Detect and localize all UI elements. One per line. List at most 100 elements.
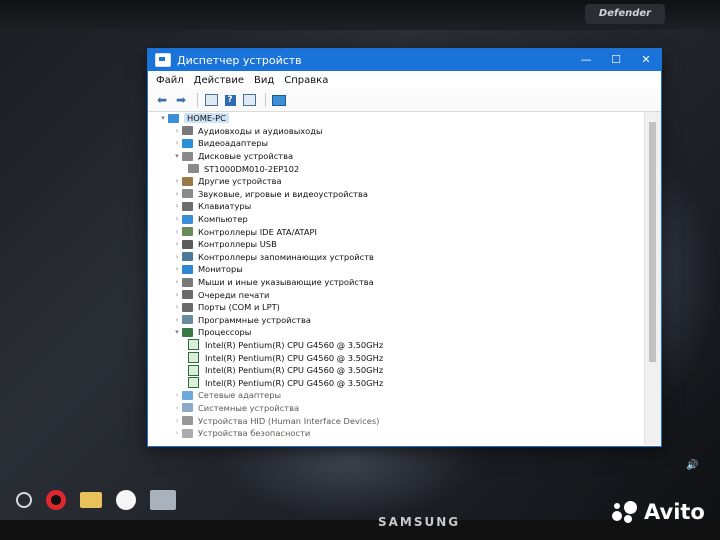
expand-chevron-icon[interactable]: › [172,316,182,324]
expand-chevron-icon[interactable]: › [172,429,182,437]
tree-category-label: Порты (COM и LPT) [198,302,280,313]
minimize-button[interactable]: — [571,49,601,71]
expand-chevron-icon[interactable]: › [172,404,182,412]
tree-category-label: Компьютер [198,214,248,225]
scan-hardware-monitor-icon[interactable] [271,92,287,108]
tree-category-14[interactable]: › Порты (COM и LPT) [158,301,643,314]
tree-category-3[interactable]: ▾ Дисковые устройства [158,150,643,163]
device-manager-taskbar-icon[interactable] [150,490,176,510]
tree-category-label: Контроллеры USB [198,239,277,250]
expand-chevron-icon[interactable]: › [172,228,182,236]
avito-logo-icon [612,501,638,523]
expand-chevron-icon[interactable]: › [172,202,182,210]
device-category-icon [182,327,193,337]
expand-chevron-icon[interactable]: › [172,303,182,311]
taskbar [0,480,216,520]
tree-category-12[interactable]: › Мыши и иные указывающие устройства [158,276,643,289]
tree-category-label: Очереди печати [198,289,270,300]
tree-root-node[interactable]: ▾ HOME-PC [158,112,643,125]
file-explorer-icon[interactable] [80,492,102,508]
device-category-icon [182,390,193,400]
expand-chevron-icon[interactable]: › [172,265,182,273]
menu-action[interactable]: Действие [194,75,244,86]
expand-chevron-icon[interactable]: › [172,417,182,425]
menu-file[interactable]: Файл [156,75,184,86]
window-title: Диспетчер устройств [177,53,302,67]
tree-category-6[interactable]: › Клавиатуры [158,200,643,213]
expand-chevron-icon[interactable]: › [172,291,182,299]
tree-category-8[interactable]: › Контроллеры IDE ATA/ATAPI [158,225,643,238]
tree-category-17[interactable]: › Сетевые адаптеры [158,389,643,402]
yandex-browser-icon[interactable] [116,490,136,510]
scrollbar-thumb[interactable] [649,122,656,362]
processor-icon [188,364,199,376]
expand-chevron-icon[interactable]: › [172,215,182,223]
tree-category-2[interactable]: › Видеоадаптеры [158,137,643,150]
tree-root-label: HOME-PC [184,113,229,124]
device-category-icon [182,416,193,426]
help-icon[interactable]: ? [222,92,238,108]
tree-category-10[interactable]: › Контроллеры запоминающих устройств [158,251,643,264]
close-button[interactable]: ✕ [631,49,661,71]
tree-device-item[interactable]: Intel(R) Pentium(R) CPU G4560 @ 3.50GHz [158,351,643,364]
tree-category-19[interactable]: › Устройства HID (Human Interface Devices… [158,414,643,427]
menu-view[interactable]: Вид [254,75,274,86]
tree-category-label: Программные устройства [198,314,311,325]
tree-category-label: Сетевые адаптеры [198,390,282,401]
tree-category-label: Устройства HID (Human Interface Devices) [198,415,380,426]
expand-chevron-icon[interactable]: › [172,391,182,399]
tree-device-label: ST1000DM010-2EP102 [204,163,300,174]
properties-icon[interactable] [203,92,219,108]
expand-chevron-icon[interactable]: › [172,278,182,286]
tree-category-label: Видеоадаптеры [198,138,269,149]
expand-chevron-icon[interactable]: › [172,177,182,185]
menu-help[interactable]: Справка [284,75,328,86]
driver-details-icon[interactable] [241,92,257,108]
tree-category-18[interactable]: › Системные устройства [158,402,643,415]
collapse-chevron-icon[interactable]: ▾ [158,114,168,122]
tree-category-15[interactable]: › Программные устройства [158,314,643,327]
title-bar[interactable]: Диспетчер устройств — ☐ ✕ [148,49,661,71]
tree-category-5[interactable]: › Звуковые, игровые и видеоустройства [158,188,643,201]
tree-category-11[interactable]: › Мониторы [158,263,643,276]
arrow-right-icon[interactable]: ➡ [173,92,189,108]
tree-category-16[interactable]: ▾ Процессоры [158,326,643,339]
tree-category-label: Процессоры [198,327,252,338]
expand-chevron-icon[interactable]: › [172,190,182,198]
vertical-scrollbar[interactable] [644,112,661,445]
opera-browser-icon[interactable] [46,490,66,510]
tree-category-9[interactable]: › Контроллеры USB [158,238,643,251]
collapse-chevron-icon[interactable]: ▾ [172,152,182,160]
tree-category-1[interactable]: › Аудиовходы и аудиовыходы [158,125,643,138]
speaker-icon[interactable]: 🔊 [686,460,698,471]
device-category-icon [182,214,193,224]
device-manager-icon [155,53,171,67]
tree-category-20[interactable]: › Устройства безопасности [158,427,643,440]
tree-category-4[interactable]: › Другие устройства [158,175,643,188]
device-category-icon [182,302,193,312]
tree-device-label: Intel(R) Pentium(R) CPU G4560 @ 3.50GHz [205,377,384,388]
device-category-icon [182,403,193,413]
collapse-chevron-icon[interactable]: ▾ [172,328,182,336]
processor-icon [188,339,199,351]
processor-icon [188,352,199,364]
tree-category-label: Другие устройства [198,176,282,187]
tree-category-13[interactable]: › Очереди печати [158,288,643,301]
arrow-left-icon[interactable]: ⬅ [154,92,170,108]
tree-device-item[interactable]: ST1000DM010-2EP102 [158,162,643,175]
tree-device-label: Intel(R) Pentium(R) CPU G4560 @ 3.50GHz [205,339,384,350]
expand-chevron-icon[interactable]: › [172,253,182,261]
expand-chevron-icon[interactable]: › [172,139,182,147]
tree-category-label: Контроллеры запоминающих устройств [198,251,374,262]
search-icon[interactable] [16,492,32,508]
expand-chevron-icon[interactable]: › [172,240,182,248]
tree-category-7[interactable]: › Компьютер [158,213,643,226]
device-category-icon [182,239,193,249]
tree-device-item[interactable]: Intel(R) Pentium(R) CPU G4560 @ 3.50GHz [158,364,643,377]
tree-device-item[interactable]: Intel(R) Pentium(R) CPU G4560 @ 3.50GHz [158,376,643,389]
maximize-button[interactable]: ☐ [601,49,631,71]
avito-watermark: Avito [612,500,705,524]
expand-chevron-icon[interactable]: › [172,127,182,135]
device-category-icon [182,151,193,161]
tree-device-item[interactable]: Intel(R) Pentium(R) CPU G4560 @ 3.50GHz [158,339,643,352]
